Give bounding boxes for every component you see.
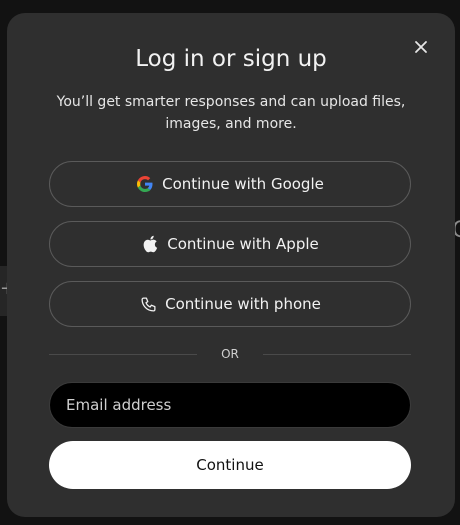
- or-divider: OR: [49, 344, 412, 364]
- apple-icon: [141, 235, 159, 253]
- google-button-label: Continue with Google: [162, 175, 324, 193]
- continue-with-apple-button[interactable]: Continue with Apple: [49, 221, 411, 267]
- continue-with-google-button[interactable]: Continue with Google: [49, 161, 411, 207]
- continue-with-phone-button[interactable]: Continue with phone: [49, 281, 411, 327]
- phone-icon: [139, 295, 157, 313]
- google-icon: [136, 175, 154, 193]
- modal-title: Log in or sign up: [135, 46, 327, 72]
- apple-button-label: Continue with Apple: [167, 235, 319, 253]
- continue-button[interactable]: Continue: [49, 441, 411, 489]
- login-modal: Log in or sign up You’ll get smarter res…: [7, 13, 455, 517]
- divider-line-left: [49, 353, 198, 355]
- divider-text: OR: [221, 347, 239, 361]
- modal-subtitle: You’ll get smarter responses and can upl…: [56, 94, 406, 132]
- divider-line-right: [262, 353, 412, 355]
- phone-button-label: Continue with phone: [165, 295, 321, 313]
- email-input[interactable]: [49, 382, 411, 428]
